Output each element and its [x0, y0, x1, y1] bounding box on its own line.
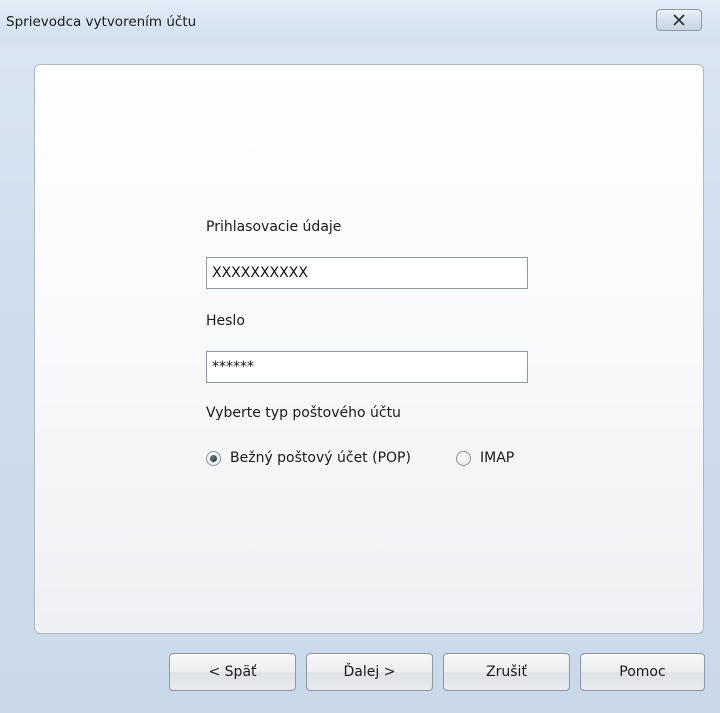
close-button[interactable]	[656, 9, 702, 31]
close-icon	[673, 14, 685, 26]
wizard-content-panel: Prihlasovacie údaje XXXXXXXXXX Heslo ***…	[34, 64, 704, 634]
login-input[interactable]: XXXXXXXXXX	[206, 257, 528, 289]
account-type-label: Vyberte typ poštového účtu	[206, 405, 401, 421]
imap-option-label[interactable]: IMAP	[480, 450, 514, 466]
window-title: Sprievodca vytvorením účtu	[6, 14, 197, 30]
account-wizard-window: Sprievodca vytvorením účtu Prihlasovacie…	[0, 0, 720, 713]
pop-option-label[interactable]: Bežný poštový účet (POP)	[230, 450, 411, 466]
imap-radio[interactable]	[456, 450, 471, 466]
pop-option[interactable]: Bežný poštový účet (POP)	[206, 450, 411, 466]
help-button[interactable]: Pomoc	[580, 653, 705, 691]
cancel-button[interactable]: Zrušiť	[443, 653, 570, 691]
next-button[interactable]: Ďalej >	[306, 653, 433, 691]
login-label: Prihlasovacie údaje	[206, 219, 342, 235]
title-bar[interactable]: Sprievodca vytvorením účtu	[0, 0, 720, 44]
back-button[interactable]: < Späť	[169, 653, 296, 691]
radio-selected-dot	[210, 454, 217, 462]
imap-option[interactable]: IMAP	[456, 450, 514, 466]
password-input[interactable]: ******	[206, 351, 528, 383]
pop-radio[interactable]	[206, 450, 221, 466]
password-label: Heslo	[206, 313, 245, 329]
